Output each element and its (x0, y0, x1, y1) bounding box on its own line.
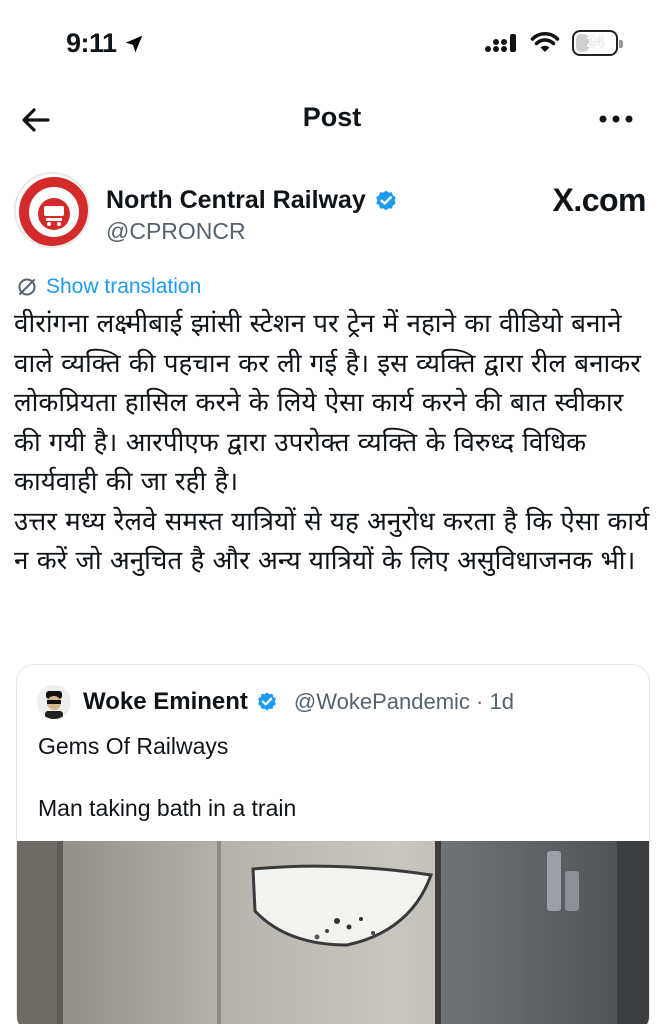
train-interior-image (17, 841, 649, 1024)
masked-avatar-icon (37, 685, 71, 719)
post-paragraph-2: उत्तर मध्य रेलवे समस्त यात्रियों से यह अ… (14, 506, 658, 577)
quoted-author-avatar[interactable] (37, 685, 71, 719)
quoted-video-thumbnail[interactable] (17, 841, 649, 1024)
status-icons: 24 (484, 30, 623, 56)
quoted-post-header: Woke Eminent @WokePandemic · 1d (37, 685, 514, 719)
page-title: Post (302, 102, 362, 132)
nav-bar: Post (0, 92, 664, 146)
verified-badge-icon (258, 692, 276, 711)
battery-icon: 24 (572, 30, 623, 56)
cellular-signal-icon (485, 34, 516, 52)
status-bar: 9:11 24 (0, 0, 664, 90)
quoted-author-name[interactable]: Woke Eminent (83, 688, 248, 716)
site-label: X.com (552, 182, 646, 218)
quoted-text-line-2: Man taking bath in a train (38, 795, 297, 821)
post-header: North Central Railway @CPRONCR X.com (14, 168, 650, 258)
post-body: वीरांगना लक्ष्मीबाई झांसी स्टेशन पर ट्रे… (14, 305, 654, 582)
wifi-icon (530, 32, 560, 52)
more-options-icon[interactable] (596, 104, 636, 134)
show-translation-label: Show translation (46, 275, 202, 298)
translate-icon (18, 278, 36, 296)
post-paragraph-1: वीरांगना लक्ष्मीबाई झांसी स्टेशन पर ट्रे… (14, 309, 650, 497)
status-time-text: 9:11 (66, 28, 117, 58)
quoted-text-line-1: Gems Of Railways (38, 733, 229, 759)
author-handle[interactable]: @CPRONCR (106, 218, 246, 245)
author-name-text: North Central Railway (106, 186, 366, 214)
railway-logo-icon (19, 177, 88, 246)
quoted-post-card[interactable]: Woke Eminent @WokePandemic · 1d Gems Of … (16, 664, 650, 1024)
author-name[interactable]: North Central Railway (106, 186, 398, 215)
quoted-handle-time: @WokePandemic · 1d (293, 689, 514, 714)
battery-level: 24 (586, 34, 604, 51)
verified-badge-icon (376, 190, 396, 210)
author-avatar[interactable] (14, 172, 90, 248)
show-translation-link[interactable]: Show translation (16, 275, 201, 299)
location-arrow-icon (125, 35, 142, 52)
status-time: 9:11 (66, 28, 145, 59)
